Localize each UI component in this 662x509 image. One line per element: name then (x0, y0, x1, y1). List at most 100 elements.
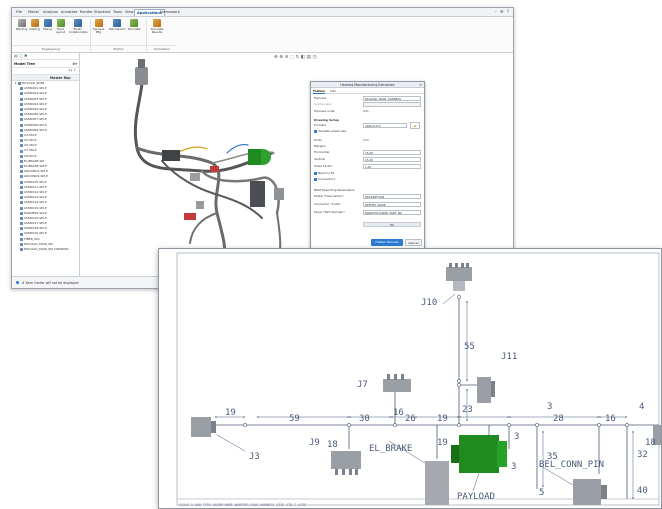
simulate-icon (130, 19, 138, 27)
tab-framework[interactable]: Framework (158, 9, 182, 16)
connector-payload[interactable] (451, 435, 507, 473)
tab-annotate[interactable]: Annotate (59, 9, 79, 16)
harness-drawing-window[interactable]: J10 J11 J7 J9 J3 EL_BRAKE PAYLOAD BEL_CO… (158, 248, 662, 509)
dialog-title: Harness Manufacturing Extraction (340, 83, 395, 87)
tab-model[interactable]: Model (26, 9, 41, 16)
horizontal-input[interactable]: 15.00 (363, 150, 421, 155)
scale-input[interactable]: 1.00 (363, 164, 421, 169)
dim-value: 3 (514, 432, 519, 442)
welding-button[interactable]: Welding (15, 19, 28, 31)
subharness-select[interactable] (363, 102, 421, 107)
label-j10: J10 (421, 298, 437, 308)
dim-value: 18 (327, 440, 338, 450)
connector-red-part (210, 166, 219, 172)
tab-flatten[interactable]: Flatten (313, 89, 326, 94)
help-icon[interactable]: ? (507, 9, 510, 14)
ecad-collaboration-button[interactable]: ECAD Collaboration (69, 19, 89, 35)
dim-value: 23 (462, 405, 473, 415)
harness-mfg-button[interactable]: Harness Mfg (92, 19, 105, 35)
connector-part (135, 67, 148, 85)
checkbox-checked-icon[interactable] (314, 171, 317, 175)
mold-layout-label: Mold Layout (55, 27, 66, 35)
dim-value: 16 (393, 408, 404, 418)
dim-value: 16 (605, 414, 616, 424)
harness-units-value: mm (363, 109, 369, 113)
checkbox-checked-icon[interactable] (314, 177, 317, 181)
close-icon[interactable]: ✕ (419, 82, 422, 88)
harness-select[interactable]: PAYLOAD_MAIN_HARNESS (363, 96, 421, 101)
simulate-results-label: Simulate Results (150, 27, 164, 35)
drawing-canvas[interactable]: J10 J11 J7 J9 J3 EL_BRAKE PAYLOAD BEL_CO… (159, 249, 662, 509)
progress-text: 0% (389, 223, 395, 227)
flatten-harness-button[interactable]: Flatten Harness (371, 239, 403, 246)
connector-j3[interactable] (191, 417, 216, 437)
tab-analysis[interactable]: Analysis (41, 9, 60, 16)
menu-bar: File Model Analysis Annotate Render Stan… (12, 8, 513, 17)
spool-part-input[interactable]: MANUFACTURER_PART_NO (363, 210, 421, 215)
connector-el-brake[interactable] (425, 461, 449, 505)
tab-info[interactable]: Info (330, 89, 336, 93)
browse-folder-icon[interactable]: ▰ (410, 122, 420, 129)
dim-value: 3 (547, 402, 552, 412)
tab-standard[interactable]: Standard (92, 9, 112, 16)
3d-viewport[interactable] (12, 53, 514, 278)
cabling-label: Cabling (29, 27, 40, 31)
connector-j11[interactable] (477, 377, 495, 403)
window-controls[interactable]: – ⚙ ? (495, 9, 510, 14)
ribbon: Welding Cabling Piping Mold Layout ECAD … (12, 17, 513, 53)
cabling-icon (30, 19, 39, 27)
dim-value: 19 (437, 438, 448, 448)
cancel-button[interactable]: Cancel (405, 239, 422, 246)
connector-part (162, 150, 180, 161)
model-description-input[interactable]: DESCRIPTION (363, 194, 421, 199)
dim-value: 3 (511, 462, 516, 472)
subharness-label: Subharness (314, 102, 332, 106)
connector-bel-conn-pin[interactable] (573, 479, 607, 505)
simulate-label: Simulate (127, 27, 141, 31)
minimize-icon[interactable]: – (495, 9, 498, 14)
connector-code-label: Connector "Code" (314, 202, 341, 206)
dim-value: 26 (405, 414, 416, 424)
simulate-results-button[interactable]: Simulate Results (148, 19, 166, 35)
vertical-label: Vertical (314, 157, 326, 161)
connector-j7[interactable] (383, 374, 411, 392)
harness-extraction-dialog: Harness Manufacturing Extraction ✕ Flatt… (310, 81, 425, 251)
simulate-results-icon (153, 19, 161, 27)
variable-sheet-checkbox[interactable]: Variable sheet size (314, 129, 346, 134)
cad-application-window: File Model Analysis Annotate Render Stan… (11, 7, 514, 289)
settings-icon[interactable]: ⚙ (500, 9, 505, 14)
connector-part (190, 173, 200, 181)
model-description-label: Model "Description" (314, 194, 344, 198)
mechanism-button[interactable]: Mechanism (109, 19, 125, 31)
label-payload: PAYLOAD (457, 492, 495, 502)
simulate-button[interactable]: Simulate (127, 19, 141, 31)
connector-j10[interactable] (446, 263, 472, 291)
mechanism-label: Mechanism (109, 27, 126, 31)
horizontal-label: Horizontal (314, 150, 330, 154)
cabling-button[interactable]: Cabling (28, 19, 41, 31)
bend-to-fit-checkbox[interactable]: Bend to Fit (314, 171, 334, 176)
dim-value: 28 (553, 414, 564, 424)
dialog-tabs: Flatten Info (311, 88, 424, 94)
label-j9: J9 (309, 438, 320, 448)
piping-label: Piping (43, 27, 52, 31)
connector-code-input[interactable]: REFDES_NAME (363, 202, 421, 207)
bend-to-fit-label: Bend to Fit (318, 171, 335, 175)
checkbox-checked-icon[interactable] (314, 129, 317, 133)
tab-file[interactable]: File (14, 9, 24, 16)
connector-part (138, 59, 145, 68)
connector-j9[interactable] (331, 451, 361, 475)
vertical-input[interactable]: 15.00 (363, 157, 421, 162)
ribbon-group-motion: Motion (91, 45, 146, 51)
welding-label: Welding (15, 27, 28, 31)
tab-tools[interactable]: Tools (111, 9, 124, 16)
connectors-checkbox[interactable]: Connectors (314, 177, 335, 182)
mold-layout-button[interactable]: Mold Layout (54, 19, 67, 35)
ribbon-group-simulation: Simulation (147, 45, 177, 51)
label-j11: J11 (501, 352, 517, 362)
piping-button[interactable]: Piping (41, 19, 54, 31)
ecad-label: ECAD Collaboration (69, 27, 89, 35)
dim-value: 4 (639, 402, 644, 412)
format-select[interactable]: default.frm (363, 123, 407, 128)
label-j7: J7 (357, 380, 368, 390)
